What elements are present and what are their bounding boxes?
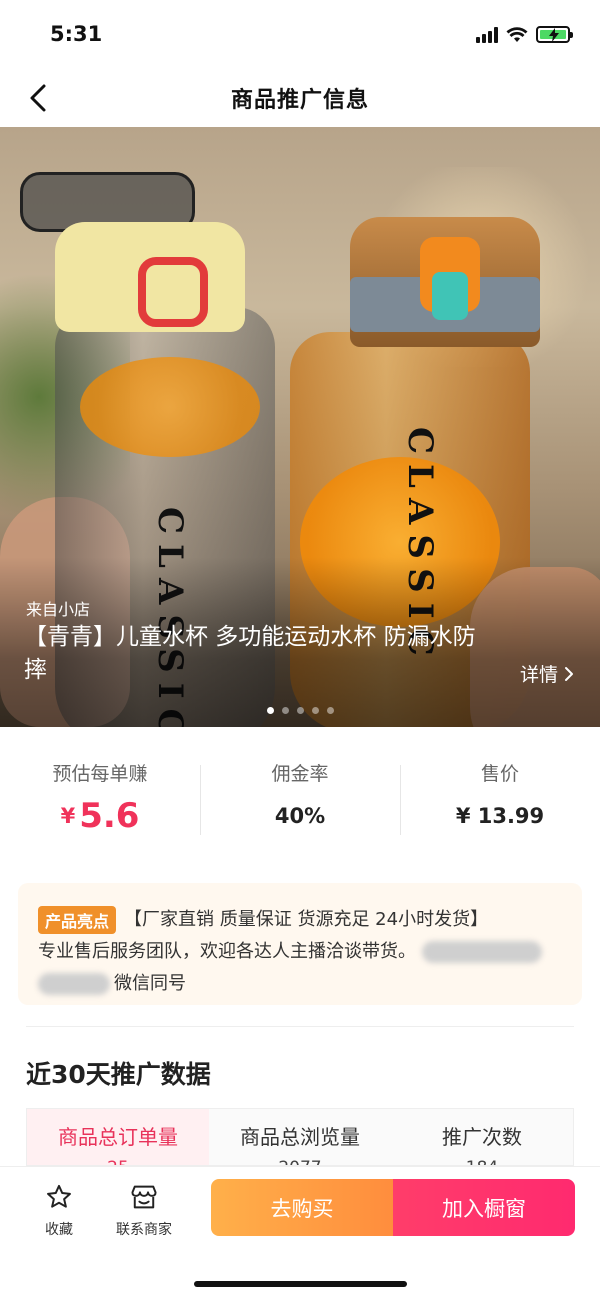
carousel-indicator: [0, 707, 600, 714]
earn-amount: 5.6: [79, 796, 140, 836]
wifi-icon: [506, 26, 528, 42]
stat-value: ¥ 13.99: [455, 804, 545, 828]
tab-promotion-count[interactable]: 推广次数 184: [391, 1109, 573, 1165]
detail-link[interactable]: 详情: [520, 660, 574, 687]
status-bar: 5:31: [0, 0, 600, 70]
redacted-contact: [38, 973, 110, 995]
status-time: 5:31: [50, 22, 103, 46]
earnings-stats: 预估每单赚 ¥5.6 佣金率 40% 售价 ¥ 13.99: [0, 745, 600, 845]
highlight-line3: 微信同号: [114, 973, 186, 994]
signal-icon: [476, 26, 498, 43]
stat-commission-rate: 佣金率 40%: [200, 745, 400, 845]
highlight-badge: 产品亮点: [38, 906, 117, 934]
stat-label: 售价: [480, 763, 519, 785]
stat-value: ¥5.6: [0, 796, 200, 836]
carousel-dot[interactable]: [326, 707, 334, 714]
stat-estimated-earn: 预估每单赚 ¥5.6: [0, 745, 200, 845]
favorite-button[interactable]: 收藏: [45, 1183, 73, 1239]
contact-seller-button[interactable]: 联系商家: [116, 1183, 172, 1239]
shop-label: 来自小店: [26, 600, 91, 619]
highlight-line1: 【厂家直销 质量保证 货源充足 24小时发货】: [124, 909, 489, 930]
contact-label: 联系商家: [116, 1222, 172, 1238]
currency-symbol: ¥: [60, 804, 76, 828]
product-title: 【青青】儿童水杯 多功能运动水杯 防漏水防摔: [24, 624, 476, 683]
nav-bar: 商品推广信息: [0, 70, 600, 126]
product-highlight: 产品亮点 【厂家直销 质量保证 货源充足 24小时发货】 专业售后服务团队，欢迎各…: [18, 883, 582, 1005]
status-icons: [476, 26, 573, 43]
tab-value: 2077: [209, 1158, 391, 1165]
carousel-dot[interactable]: [266, 707, 274, 714]
tab-label: 商品总浏览量: [240, 1125, 360, 1149]
tab-value: 184: [391, 1158, 573, 1165]
detail-label: 详情: [519, 664, 558, 686]
stat-price: 售价 ¥ 13.99: [400, 745, 600, 845]
home-indicator: [194, 1281, 407, 1287]
tab-total-orders[interactable]: 商品总订单量 25: [27, 1109, 209, 1165]
carousel-dot[interactable]: [296, 707, 304, 714]
tab-label: 商品总订单量: [58, 1125, 178, 1149]
buy-button[interactable]: 去购买: [211, 1179, 393, 1236]
section-title: 近30天推广数据: [26, 1060, 211, 1089]
highlight-line2: 专业售后服务团队，欢迎各达人主播洽谈带货。: [38, 941, 416, 962]
chevron-right-icon: [565, 666, 573, 681]
redacted-contact: [422, 941, 542, 963]
carousel-dot[interactable]: [311, 707, 319, 714]
stat-label: 预估每单赚: [52, 763, 148, 785]
purchase-buttons: 去购买 加入橱窗: [211, 1179, 575, 1236]
battery-icon: [536, 26, 573, 43]
stat-label: 佣金率: [271, 763, 329, 785]
carousel-dot[interactable]: [281, 707, 289, 714]
tab-total-views[interactable]: 商品总浏览量 2077: [209, 1109, 391, 1165]
tab-value: 25: [27, 1158, 209, 1165]
divider: [26, 1026, 574, 1027]
stat-value: 40%: [274, 804, 326, 828]
shop-icon: [131, 1185, 157, 1209]
add-to-window-button[interactable]: 加入橱窗: [393, 1179, 575, 1236]
promotion-data-tabs: 商品总订单量 25 商品总浏览量 2077 推广次数 184: [26, 1108, 574, 1166]
favorite-label: 收藏: [45, 1222, 73, 1238]
bottom-action-bar: 收藏 联系商家 去购买 加入橱窗: [0, 1166, 600, 1298]
star-icon: [47, 1184, 71, 1208]
page-title: 商品推广信息: [230, 88, 369, 113]
tab-label: 推广次数: [442, 1125, 522, 1149]
